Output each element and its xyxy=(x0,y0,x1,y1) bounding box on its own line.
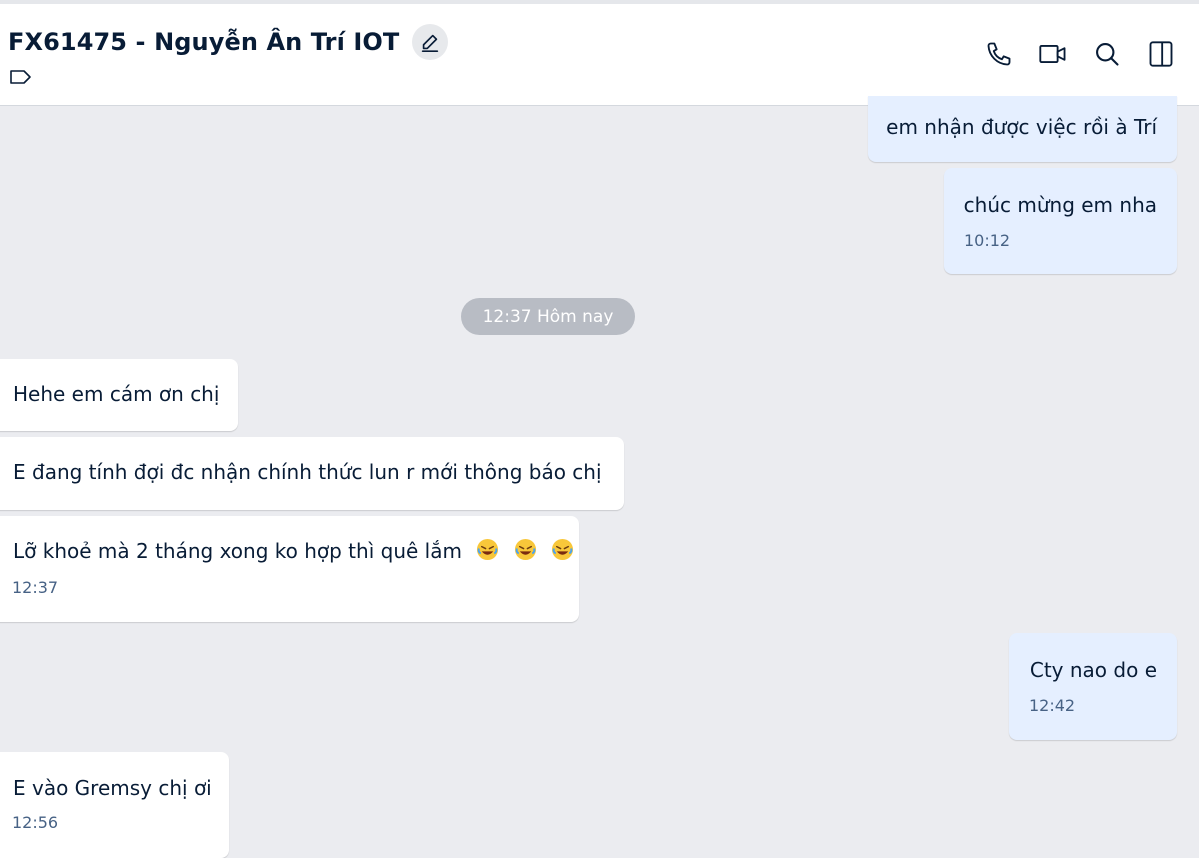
date-divider-label: 12:37 Hôm nay xyxy=(482,306,614,327)
rolling-on-floor-laughing-emoji xyxy=(551,538,574,561)
message-bubble[interactable]: Cty nao do e 12:42 xyxy=(1009,633,1177,740)
chat-header: FX61475 - Nguyễn Ân Trí IOT xyxy=(0,4,1199,106)
conversation-title-row: FX61475 - Nguyễn Ân Trí IOT xyxy=(8,24,449,60)
message-bubble[interactable]: chúc mừng em nha 10:12 xyxy=(944,168,1177,274)
voice-call-button[interactable] xyxy=(983,38,1015,70)
message-time: 12:37 xyxy=(12,578,59,597)
message-text: Cty nao do e xyxy=(1029,658,1157,682)
date-divider: 12:37 Hôm nay xyxy=(461,298,635,335)
message-bubble[interactable]: em nhận được việc rồi à Trí xyxy=(868,96,1177,162)
rolling-on-floor-laughing-emoji xyxy=(477,538,499,561)
message-text-content: Lỡ khoẻ mà 2 tháng xong ko hợp thì quê l… xyxy=(13,539,462,563)
message-text: em nhận được việc rồi à Trí xyxy=(886,115,1157,139)
message-text: chúc mừng em nha xyxy=(963,193,1157,217)
search-button[interactable] xyxy=(1091,38,1123,70)
message-bubble[interactable]: E đang tính đợi đc nhận chính thức lun r… xyxy=(0,437,624,510)
header-actions xyxy=(983,38,1177,70)
edit-name-button[interactable] xyxy=(412,24,449,60)
message-time: 10:12 xyxy=(964,231,1011,250)
search-icon xyxy=(1096,43,1119,66)
sidebar-toggle-icon xyxy=(1149,41,1173,67)
message-time: 12:56 xyxy=(12,813,59,832)
toggle-info-panel-button[interactable] xyxy=(1145,38,1177,70)
video-call-button[interactable] xyxy=(1037,38,1069,70)
rolling-on-floor-laughing-emoji xyxy=(514,538,536,561)
message-text: Lỡ khoẻ mà 2 tháng xong ko hợp thì quê l… xyxy=(13,537,574,565)
message-text: E đang tính đợi đc nhận chính thức lun r… xyxy=(13,460,602,484)
message-bubble[interactable]: Lỡ khoẻ mà 2 tháng xong ko hợp thì quê l… xyxy=(0,516,579,622)
conversation-title: FX61475 - Nguyễn Ân Trí IOT xyxy=(8,28,400,56)
pencil-icon xyxy=(422,34,439,52)
video-call-icon xyxy=(1039,45,1066,63)
message-text: Hehe em cám ơn chị xyxy=(13,382,220,406)
message-time: 12:42 xyxy=(1029,696,1076,715)
phone-icon xyxy=(987,42,1011,66)
message-bubble[interactable]: Hehe em cám ơn chị xyxy=(0,359,238,431)
message-text: E vào Gremsy chị ơi xyxy=(13,776,212,800)
tag-icon[interactable] xyxy=(9,68,33,86)
message-bubble[interactable]: E vào Gremsy chị ơi 12:56 xyxy=(0,752,229,858)
